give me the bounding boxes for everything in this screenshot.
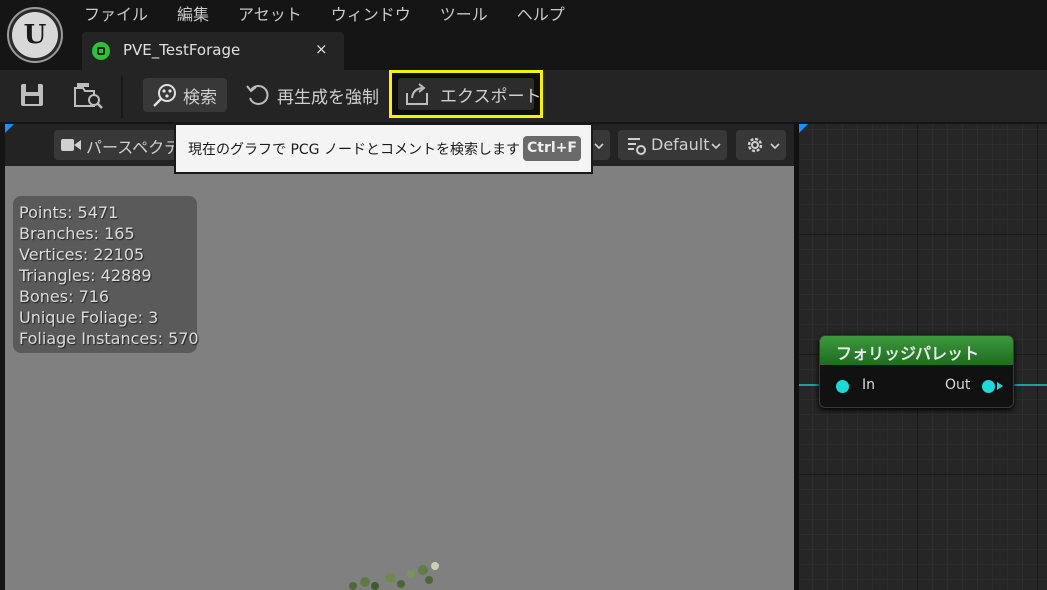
tooltip-text: 現在のグラフで PCG ノードとコメントを検索します [188, 142, 520, 158]
export-button[interactable]: エクスポート [389, 70, 543, 118]
force-regenerate-button[interactable]: 再生成を強制 [245, 78, 383, 112]
chevron-down-icon [594, 143, 604, 150]
menu-asset[interactable]: アセット [238, 2, 302, 28]
menu-edit[interactable]: 編集 [177, 2, 209, 28]
foliage-palette-node[interactable]: フォリッジパレット In Out [819, 335, 1014, 408]
search-icon [153, 84, 176, 107]
menu-bar: ファイル 編集 アセット ウィンドウ ツール ヘルプ [84, 2, 594, 28]
toolbar-divider [121, 76, 123, 118]
export-icon [406, 83, 428, 105]
menu-help[interactable]: ヘルプ [517, 2, 565, 28]
stat-triangles: Triangles: 42889 [19, 266, 152, 285]
browse-folder-icon [74, 83, 103, 109]
preview-viewport[interactable]: パースペクティブ Default Points: 5471 Branches: … [5, 124, 794, 590]
input-pin-label: In [862, 377, 876, 393]
close-icon[interactable]: × [315, 40, 328, 58]
camera-icon [61, 139, 81, 151]
graph-focus-corner [799, 124, 808, 133]
perspective-dropdown[interactable]: パースペクティブ [54, 130, 211, 160]
stat-bones: Bones: 716 [19, 287, 110, 306]
toolbar: 検索 再生成を強制 エクスポート [0, 70, 1047, 122]
chevron-down-icon [770, 143, 780, 150]
node-title: フォリッジパレット [836, 344, 980, 363]
search-button[interactable]: 検索 [143, 78, 227, 112]
force-regenerate-label: 再生成を強制 [277, 88, 379, 108]
search-tooltip: 現在のグラフで PCG ノードとコメントを検索します Ctrl+F [174, 123, 593, 174]
graph-canvas[interactable]: フォリッジパレット In Out [799, 124, 1047, 590]
stat-vertices: Vertices: 22105 [19, 245, 145, 264]
browse-button[interactable] [72, 80, 104, 110]
output-arrow-icon [997, 382, 1003, 390]
view-mode-dropdown[interactable]: Default [618, 130, 727, 160]
viewport-settings-dropdown[interactable] [736, 130, 786, 160]
chevron-down-icon [711, 143, 721, 150]
stats-overlay: Points: 5471 Branches: 165 Vertices: 221… [13, 196, 199, 353]
save-button[interactable] [18, 80, 46, 110]
view-mode-icon [628, 138, 646, 155]
stat-points: Points: 5471 [19, 203, 119, 222]
menu-file[interactable]: ファイル [84, 2, 148, 28]
title-bar: U ファイル 編集 アセット ウィンドウ ツール ヘルプ PVE_TestFor… [0, 0, 1047, 70]
output-pin[interactable] [982, 380, 995, 393]
save-icon [21, 84, 43, 106]
regenerate-icon [246, 85, 269, 105]
stat-branches: Branches: 165 [19, 224, 135, 243]
foliage-preview-mesh [349, 562, 439, 590]
menu-window[interactable]: ウィンドウ [331, 2, 411, 28]
export-label: エクスポート [440, 87, 542, 107]
tab-label: PVE_TestForage [123, 41, 241, 59]
viewport-focus-corner [5, 124, 14, 133]
export-button-face: エクスポート [398, 78, 542, 110]
node-header: フォリッジパレット [820, 336, 1013, 365]
view-mode-label: Default [651, 135, 710, 154]
output-pin-label: Out [945, 377, 971, 393]
pcg-graph-editor: U ファイル 編集 アセット ウィンドウ ツール ヘルプ PVE_TestFor… [0, 0, 1047, 590]
gear-icon [747, 137, 763, 153]
tab-pve-testforage[interactable]: PVE_TestForage × [82, 32, 344, 70]
stat-unique-foliage: Unique Foliage: 3 [19, 308, 159, 327]
search-label: 検索 [183, 88, 217, 108]
unreal-logo-icon[interactable]: U [7, 7, 63, 63]
shortcut-badge: Ctrl+F [523, 136, 581, 161]
stat-foliage-instances: Foliage Instances: 570 [19, 329, 199, 348]
input-pin[interactable] [836, 380, 849, 393]
pcg-asset-icon [92, 42, 110, 60]
menu-tools[interactable]: ツール [440, 2, 488, 28]
